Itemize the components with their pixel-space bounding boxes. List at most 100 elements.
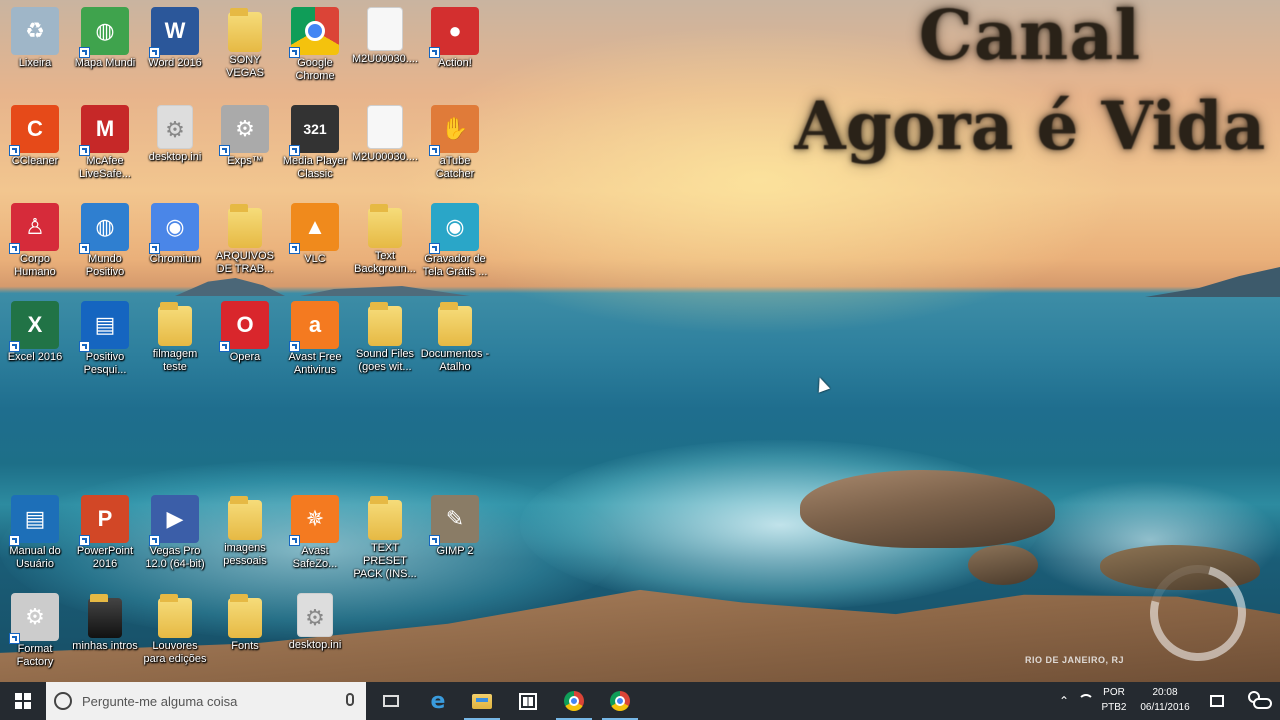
desktop-icon[interactable]: Documentos - Atalho [420,294,490,384]
task-view-button[interactable] [372,682,410,720]
desktop-icon[interactable]: SONY VEGAS [210,0,280,90]
weather-button[interactable] [1240,682,1280,720]
start-button[interactable] [0,682,46,720]
desktop-icon-label: Manual do Usuário [9,545,61,570]
desktop-icon[interactable]: Text Backgroun... [350,196,420,286]
desktop-icon[interactable]: ▶ Vegas Pro 12.0 (64-bit) [140,488,210,578]
desktop-icon[interactable]: ▤ Manual do Usuário [0,488,70,578]
manual-icon: ▤ [9,495,59,546]
shortcut-arrow-icon [79,243,90,254]
desktop-icon-label: Louvores para edições [143,640,207,665]
desktop-icon[interactable]: ⚙ desktop.ini [280,586,350,676]
desktop-icon[interactable]: ♙ Corpo Humano [0,196,70,286]
edge-icon: e [430,688,446,714]
vlc-cone-icon: ▲ [289,203,339,254]
excel-icon: X [9,301,59,352]
show-hidden-icons-button[interactable]: ⌃ [1056,682,1072,720]
folder-icon [88,594,122,638]
desktop-icon[interactable]: ◍ Mundo Positivo [70,196,140,286]
desktop-icon[interactable]: Sound Files (goes wit... [350,294,420,384]
network-button[interactable] [1074,682,1098,720]
desktop-icon[interactable]: P PowerPoint 2016 [70,488,140,578]
desktop-icon[interactable]: Louvores para edições [140,586,210,676]
channel-overlay-title: Canal Agora é Vida [780,0,1280,162]
taskbar-app-store[interactable] [506,682,550,720]
shortcut-arrow-icon [429,47,440,58]
shortcut-arrow-icon [79,535,90,546]
desktop-icon-label: Lixeira [18,57,52,69]
wallpaper-location-caption: RIO DE JANEIRO, RJ [1025,655,1125,665]
shortcut-arrow-icon [79,341,90,352]
notification-icon [1210,695,1224,707]
desktop-icon[interactable]: minhas intros [70,586,140,676]
desktop-icon[interactable]: Google Chrome [280,0,350,90]
desktop-icon[interactable]: X Excel 2016 [0,294,70,384]
desktop-icon-label: M2U00030.... [351,151,419,163]
taskbar-app-file-explorer[interactable] [460,682,504,720]
desktop-icon-label: Corpo Humano [14,253,56,278]
opera-icon: O [219,301,269,352]
folder-icon [368,302,402,346]
folder-icon [228,496,262,540]
desktop-icon[interactable]: M2U00030.... [350,98,420,188]
desktop-icon-label: Mundo Positivo [85,253,125,278]
desktop-icon[interactable]: ♻ Lixeira [0,0,70,90]
desktop-icon-label: Avast Free Antivirus [288,351,342,376]
desktop-icon-label: M2U00030.... [351,53,419,65]
desktop-icon-label: VLC [304,253,326,265]
folder-icon [228,594,262,638]
desktop-icon[interactable]: ◍ Mapa Mundi [70,0,140,90]
action-center-button[interactable] [1204,682,1230,720]
wallpaper-rock [800,470,1055,548]
desktop-icon[interactable]: 321 Media Player Classic [280,98,350,188]
desktop-icon-label: imagens pessoais [223,542,267,567]
desktop-icon-label: Documentos - Atalho [420,348,490,373]
desktop-icon[interactable]: C CCleaner [0,98,70,188]
task-view-icon [383,695,399,707]
shortcut-arrow-icon [429,535,440,546]
desktop-icon[interactable]: Fonts [210,586,280,676]
desktop-icon[interactable]: ✎ GIMP 2 [420,488,490,578]
taskbar-app-edge[interactable]: e [416,682,460,720]
windows-logo-icon [15,693,31,709]
weather-cloud-sun-icon [1248,691,1272,711]
input-language-indicator[interactable]: POR PTB2 [1100,685,1128,715]
desktop-icon-label: PowerPoint 2016 [76,545,134,570]
file-icon [367,105,403,149]
settings-file-icon: ⚙ [157,105,193,149]
desktop-icon[interactable]: ✋ aTube Catcher [420,98,490,188]
shortcut-arrow-icon [79,145,90,156]
desktop-icon[interactable]: imagens pessoais [210,488,280,578]
desktop-icon[interactable]: a Avast Free Antivirus [280,294,350,384]
taskbar-app-chrome-2[interactable] [598,682,642,720]
desktop-icon[interactable]: ◉ Gravador de Tela Grátis ... [420,196,490,286]
taskbar-clock[interactable]: 20:08 06/11/2016 [1134,685,1196,715]
desktop-icon[interactable]: ▲ VLC [280,196,350,286]
desktop-icon[interactable]: filmagem teste [140,294,210,384]
desktop-icon[interactable]: ▤ Positivo Pesqui... [70,294,140,384]
desktop-icon[interactable]: ⚙ Exps™ [210,98,280,188]
microphone-icon[interactable] [346,693,354,706]
desktop-icon[interactable]: M2U00030.... [350,0,420,90]
desktop-icon[interactable]: ARQUIVOS DE TRAB... [210,196,280,286]
desktop-icon[interactable]: ◉ Chromium [140,196,210,286]
desktop-icon[interactable]: O Opera [210,294,280,384]
shortcut-arrow-icon [289,535,300,546]
shortcut-arrow-icon [149,243,160,254]
desktop-icon[interactable]: ● Action! [420,0,490,90]
clock-date: 06/11/2016 [1140,702,1190,713]
desktop-icon-label: Opera [229,351,261,363]
desktop-icon[interactable]: W Word 2016 [140,0,210,90]
desktop-icon-label: Media Player Classic [282,155,348,180]
desktop-icon[interactable]: TEXT PRESET PACK (INS... [350,488,420,580]
desktop-icon[interactable]: ✵ Avast SafeZo... [280,488,350,578]
desktop-icon[interactable]: ⚙ desktop.ini [140,98,210,188]
shortcut-arrow-icon [9,145,20,156]
cortana-search-box[interactable]: Pergunte-me alguma coisa [46,682,366,720]
desktop-icon[interactable]: ⚙ Format Factory [0,586,70,676]
taskbar-app-chrome[interactable] [552,682,596,720]
desktop-icon[interactable]: M McAfee LiveSafe... [70,98,140,188]
powerpoint-icon: P [79,495,129,546]
cortana-circle-icon [54,692,72,710]
shortcut-arrow-icon [289,243,300,254]
